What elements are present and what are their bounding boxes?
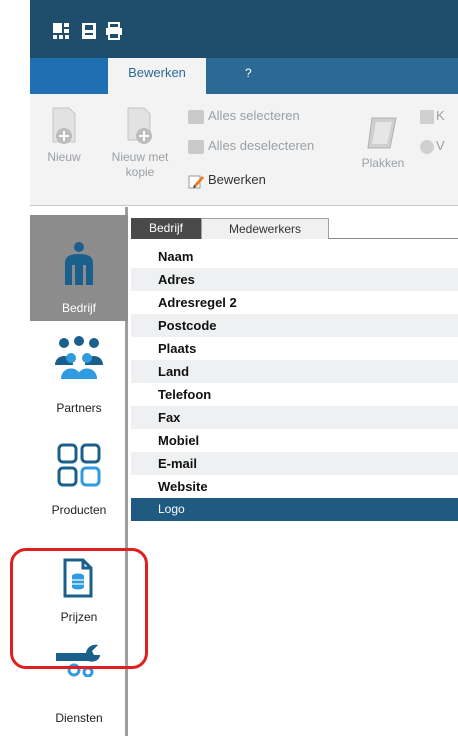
field-row-adresregel-2[interactable]: Adresregel 2 — [131, 291, 458, 314]
field-row-email[interactable]: E-mail — [131, 452, 458, 475]
tab-bewerken[interactable]: Bewerken — [108, 58, 206, 94]
nav-label-partners: Partners — [56, 401, 102, 415]
nav-label-bedrijf: Bedrijf — [61, 301, 96, 315]
grid-icon[interactable] — [52, 22, 70, 40]
select-all-button[interactable]: Alles selecteren — [188, 108, 300, 124]
clipped-button-2[interactable]: V — [420, 138, 445, 154]
deselect-all-icon — [188, 139, 204, 154]
edit-pencil-icon — [188, 175, 204, 189]
deselect-all-label: Alles deselecteren — [208, 138, 315, 153]
new-with-copy-label-2: kopie — [125, 165, 155, 179]
field-row-fax[interactable]: Fax — [131, 406, 458, 429]
nav-label-producten: Producten — [51, 503, 107, 517]
field-list: Naam Adres Adresregel 2 Postcode Plaats … — [131, 245, 458, 521]
field-row-postcode[interactable]: Postcode — [131, 314, 458, 337]
select-all-label: Alles selecteren — [208, 108, 300, 123]
clipped-label-1: K — [436, 108, 445, 123]
tab-help[interactable]: ? — [245, 58, 252, 88]
field-row-telefoon[interactable]: Telefoon — [131, 383, 458, 406]
company-icon — [65, 242, 93, 285]
new-doc-icon — [52, 107, 76, 144]
content-panel: Bedrijf Medewerkers Naam Adres Adresrege… — [131, 207, 458, 736]
copy-doc-icon — [127, 107, 152, 144]
ribbon: Nieuw Nieuw met kopie Alles selecteren A… — [30, 94, 458, 206]
partners-icon — [55, 336, 103, 379]
edit-button[interactable]: Bewerken — [188, 172, 266, 189]
field-row-plaats[interactable]: Plaats — [131, 337, 458, 360]
new-button[interactable]: Nieuw — [38, 106, 90, 165]
nav-item-bedrijf[interactable]: Bedrijf — [30, 215, 128, 321]
highlight-annotation — [10, 548, 148, 669]
nav-label-diensten: Diensten — [55, 711, 103, 725]
field-row-mobiel[interactable]: Mobiel — [131, 429, 458, 452]
ribbon-tab-bar: Bewerken ? — [30, 58, 458, 94]
nav-item-producten[interactable]: Producten — [30, 433, 128, 527]
field-row-logo[interactable]: Logo — [131, 498, 458, 521]
subtab-medewerkers[interactable]: Medewerkers — [201, 218, 329, 239]
print-icon[interactable] — [105, 22, 123, 40]
clipped-button-1[interactable]: K — [420, 108, 445, 124]
clipped-label-2: V — [436, 138, 445, 153]
new-button-label: Nieuw — [47, 150, 81, 164]
copy-icon — [420, 109, 434, 124]
subtab-bedrijf[interactable]: Bedrijf — [131, 218, 201, 239]
file-tab[interactable] — [30, 58, 108, 94]
paste-button[interactable]: Plakken — [352, 112, 414, 171]
paste-label: Plakken — [361, 156, 405, 170]
new-with-copy-label-1: Nieuw met — [111, 150, 169, 164]
cut-icon — [420, 139, 434, 154]
edit-label: Bewerken — [208, 172, 266, 187]
products-icon — [57, 443, 101, 487]
new-with-copy-button[interactable]: Nieuw met kopie — [98, 106, 182, 180]
field-row-naam[interactable]: Naam — [131, 245, 458, 268]
field-row-adres[interactable]: Adres — [131, 268, 458, 291]
field-row-website[interactable]: Website — [131, 475, 458, 498]
save-icon[interactable] — [80, 22, 98, 40]
deselect-all-button[interactable]: Alles deselecteren — [188, 138, 314, 154]
nav-item-partners[interactable]: Partners — [30, 331, 128, 421]
title-bar — [30, 0, 458, 58]
subtab-bar: Bedrijf Medewerkers — [131, 215, 458, 239]
field-row-land[interactable]: Land — [131, 360, 458, 383]
select-all-icon — [188, 109, 204, 124]
paste-icon — [367, 117, 397, 149]
